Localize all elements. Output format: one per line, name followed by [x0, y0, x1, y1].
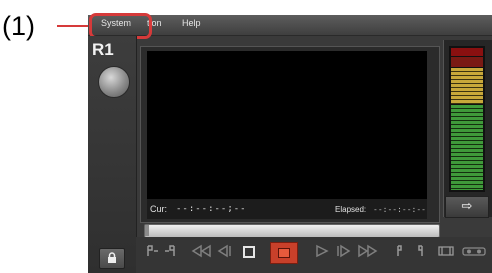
current-timecode: --:--:--;-- [176, 204, 247, 214]
stop-icon[interactable] [243, 246, 255, 258]
meter-green-segment [451, 105, 483, 190]
preview-screen [147, 51, 427, 199]
play-icon [316, 244, 329, 258]
in-out-icon [147, 245, 175, 256]
elapsed-label: Elapsed: [335, 205, 367, 214]
meter-red-segment [451, 57, 483, 67]
fast-forward-icon [358, 244, 378, 258]
status-indicator [98, 66, 130, 98]
callout-leader-line [57, 25, 90, 27]
mark-icon [397, 245, 423, 256]
extra-button[interactable] [461, 244, 487, 262]
callout-number: (1) [2, 11, 35, 41]
lock-button[interactable] [99, 248, 125, 269]
recorder-label: R1 [92, 40, 114, 59]
step-forward-button[interactable] [334, 244, 354, 262]
fast-forward-button[interactable] [357, 244, 379, 262]
rewind-icon [191, 244, 211, 258]
elapsed-timecode: --:--:--:-- [373, 205, 426, 214]
menu-help[interactable]: Help [182, 18, 201, 28]
step-back-icon [217, 244, 231, 258]
timeline-handle[interactable] [145, 225, 149, 236]
rewind-button[interactable] [190, 244, 212, 262]
meter-yellow-segment [451, 68, 483, 104]
current-label: Cur: [150, 204, 168, 214]
clip-button[interactable] [436, 244, 456, 262]
step-forward-icon [337, 244, 351, 258]
in-out-button[interactable] [143, 244, 179, 262]
meter-toggle-button[interactable]: ⇨ [445, 196, 489, 218]
play-button[interactable] [313, 244, 331, 262]
meter-red-segment [451, 48, 483, 56]
step-back-button[interactable] [214, 244, 234, 262]
clip-icon [438, 246, 454, 256]
record-icon [278, 248, 290, 258]
timeline-slider[interactable] [144, 224, 440, 238]
arrow-right-icon: ⇨ [461, 199, 473, 214]
mark-button[interactable] [393, 244, 427, 262]
tape-icon [462, 247, 486, 256]
lock-icon [108, 252, 116, 263]
